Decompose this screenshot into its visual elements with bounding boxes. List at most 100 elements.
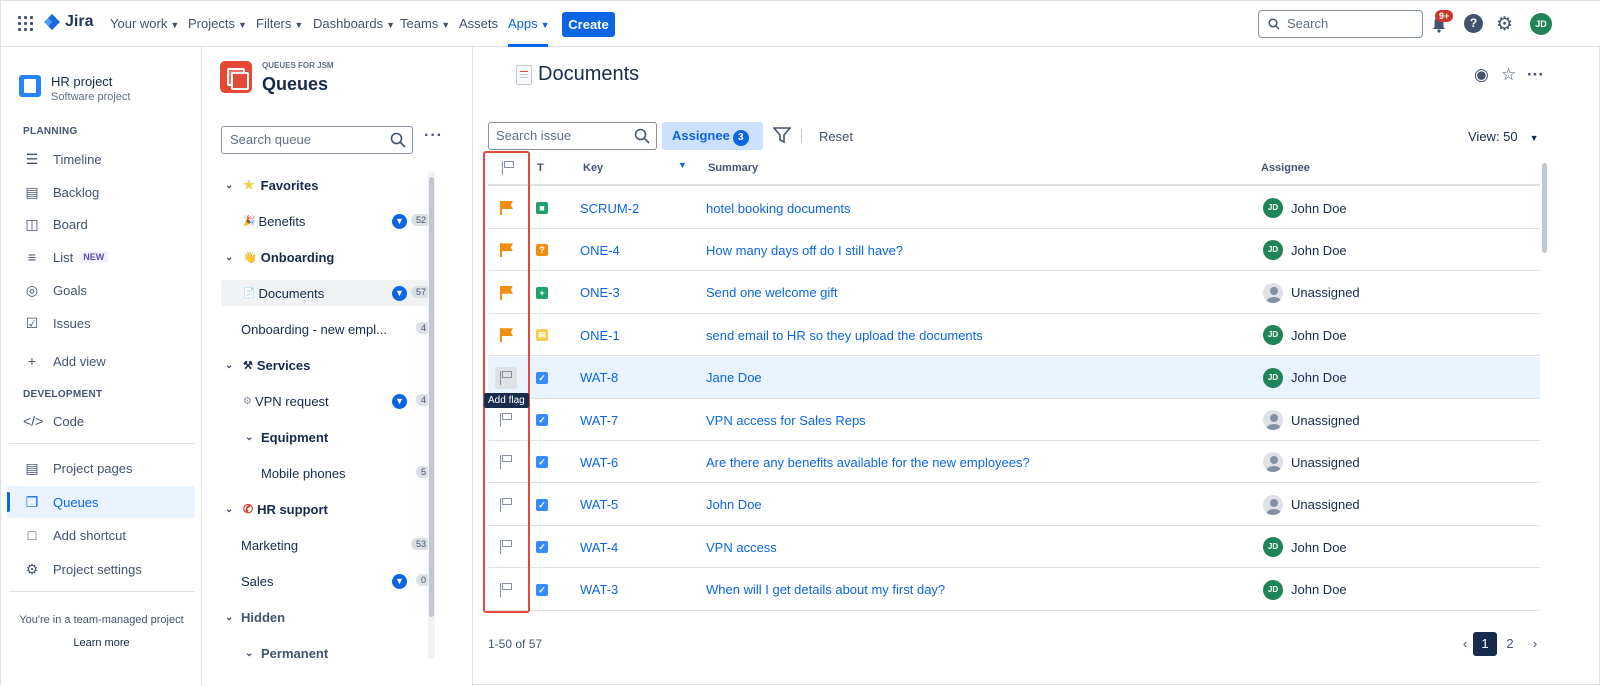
filter-icon[interactable] [773,126,791,144]
table-row[interactable]: ✓ WAT-4 VPN access JD John Doe [488,526,1540,569]
reset-button[interactable]: Reset [819,129,853,144]
create-button[interactable]: Create [562,12,615,37]
issue-key-link[interactable]: ONE-4 [580,229,620,271]
issue-key-link[interactable]: WAT-8 [580,357,618,399]
issue-summary-link[interactable]: How many days off do I still have? [706,229,903,271]
assignee-cell[interactable]: JD John Doe [1263,526,1347,568]
issue-key-link[interactable]: WAT-4 [580,526,618,568]
table-row[interactable]: + ONE-3 Send one welcome gift Unassigned [488,272,1540,314]
sidebar-item-add-shortcut[interactable]: □ Add shortcut [23,519,195,551]
jira-logo[interactable]: Jira [43,13,93,31]
queue-item-vpn-request[interactable]: ⚙ VPN request ▼ 4 [221,388,435,414]
global-search-input[interactable]: Search [1258,10,1423,38]
nav-projects[interactable]: Projects ▼ [188,16,247,31]
sidebar-item-list[interactable]: ≡ List NEW [23,241,195,273]
column-header-type[interactable]: T [537,153,544,183]
table-row[interactable]: ✓ WAT-5 John Doe Unassigned [488,484,1540,526]
queue-item-onboarding-new[interactable]: Onboarding - new empl... 4 [221,316,435,342]
sidebar-item-queues[interactable]: ❐ Queues [7,486,195,518]
watch-eye-icon[interactable]: ◉ [1474,65,1489,85]
issue-summary-link[interactable]: VPN access for Sales Reps [706,399,866,441]
issue-key-link[interactable]: WAT-3 [580,569,618,611]
page-2-button[interactable]: 2 [1498,632,1522,656]
queue-group-permanent[interactable]: ⌄ Permanent [221,640,435,666]
table-scrollbar[interactable] [1541,157,1549,599]
issue-key-link[interactable]: WAT-7 [580,399,618,441]
sidebar-item-project-settings[interactable]: ⚙ Project settings [23,553,195,585]
app-switcher-icon[interactable] [18,16,33,31]
table-row[interactable]: ? ONE-4 How many days off do I still have?… [488,229,1540,272]
column-header-key[interactable]: Key [583,153,603,183]
settings-gear-icon[interactable]: ⚙ [1496,13,1513,36]
queue-item-benefits[interactable]: 🎉 Benefits ▼ 52 [221,208,435,234]
add-view-button[interactable]: + Add view [23,345,195,377]
sidebar-item-timeline[interactable]: ☰ Timeline [23,143,195,175]
queue-group-hr-support[interactable]: ⌄ ✆ HR support [221,496,435,522]
project-avatar-icon[interactable] [19,75,41,97]
next-page-icon[interactable]: › [1523,632,1547,656]
issue-key-link[interactable]: WAT-5 [580,484,618,526]
queue-group-services[interactable]: ⌄ ⚒ Services [221,352,435,378]
learn-more-link[interactable]: Learn more [1,637,202,649]
issue-summary-link[interactable]: Are there any benefits available for the… [706,441,1030,483]
assignee-cell[interactable]: JD John Doe [1263,357,1347,399]
project-name[interactable]: HR project [51,74,112,89]
issue-key-link[interactable]: ONE-3 [580,272,620,314]
table-row[interactable]: ■ SCRUM-2 hotel booking documents JD John Do… [488,187,1540,229]
table-row[interactable]: ✓ WAT-7 VPN access for Sales Reps Unassigne… [488,399,1540,441]
sidebar-item-project-pages[interactable]: ▤ Project pages [23,452,195,484]
view-count-select[interactable]: View: 50 ▼ [1468,129,1539,144]
nav-filters[interactable]: Filters ▼ [256,16,303,31]
issue-summary-link[interactable]: Jane Doe [706,357,762,399]
issue-summary-link[interactable]: When will I get details about my first d… [706,569,945,611]
table-row[interactable]: ✓ WAT-8 Jane Doe JD John Doe [488,356,1540,399]
assignee-cell[interactable]: JD John Doe [1263,229,1347,271]
scrollbar-thumb[interactable] [1542,163,1547,253]
more-options-icon[interactable]: ··· [1527,65,1544,85]
assignee-cell[interactable]: Unassigned [1263,484,1360,526]
table-row[interactable]: ✓ WAT-3 When will I get details about my f… [488,569,1540,611]
nav-assets[interactable]: Assets [459,16,498,31]
assignee-cell[interactable]: JD John Doe [1263,569,1347,611]
assignee-cell[interactable]: Unassigned [1263,272,1360,314]
assignee-cell[interactable]: Unassigned [1263,399,1360,441]
queue-search-input[interactable]: Search queue [221,126,413,154]
nav-your-work[interactable]: Your work ▼ [110,16,179,31]
queue-item-documents[interactable]: 📄 Documents ▼ 57 [221,280,435,306]
queue-group-equipment[interactable]: ⌄ Equipment [221,424,435,450]
assignee-filter-button[interactable]: Assignee 3 ▼ [662,122,763,170]
column-header-summary[interactable]: Summary [708,153,758,183]
issue-key-link[interactable]: SCRUM-2 [580,187,639,229]
queue-group-onboarding[interactable]: ⌄ 👋 Onboarding [221,244,435,270]
issue-summary-link[interactable]: hotel booking documents [706,187,851,229]
queue-item-marketing[interactable]: Marketing 53 [221,532,435,558]
assignee-cell[interactable]: JD John Doe [1263,314,1347,356]
table-row[interactable]: ✉ ONE-1 send email to HR so they upload th… [488,314,1540,357]
user-avatar[interactable]: JD [1530,13,1552,35]
sidebar-item-goals[interactable]: ◎ Goals [23,274,195,306]
issue-summary-link[interactable]: John Doe [706,484,762,526]
queue-group-favorites[interactable]: ⌄ ★ Favorites [221,172,435,198]
help-icon[interactable]: ? [1464,14,1483,33]
nav-apps[interactable]: Apps ▼ [508,16,550,31]
issue-summary-link[interactable]: VPN access [706,526,777,568]
assignee-cell[interactable]: Unassigned [1263,441,1360,483]
issue-key-link[interactable]: WAT-6 [580,441,618,483]
queues-scrollbar[interactable] [428,171,435,659]
sidebar-item-code[interactable]: </> Code [23,405,195,437]
more-options-icon[interactable]: ··· [424,127,443,145]
queue-item-mobile-phones[interactable]: Mobile phones 5 [221,460,435,486]
assignee-cell[interactable]: JD John Doe [1263,187,1347,229]
issue-summary-link[interactable]: Send one welcome gift [706,272,838,314]
issue-key-link[interactable]: ONE-1 [580,314,620,356]
page-1-button[interactable]: 1 [1473,632,1497,656]
queue-group-hidden[interactable]: ⌄ Hidden [221,604,435,630]
star-icon[interactable]: ☆ [1501,65,1516,85]
nav-teams[interactable]: Teams ▼ [400,16,450,31]
sidebar-item-board[interactable]: ◫ Board [23,208,195,240]
sidebar-item-issues[interactable]: ☑ Issues [23,307,195,339]
queue-item-sales[interactable]: Sales ▼ 0 [221,568,435,594]
issue-summary-link[interactable]: send email to HR so they upload the docu… [706,314,983,356]
issue-search-input[interactable]: Search issue [488,122,657,150]
table-row[interactable]: ✓ WAT-6 Are there any benefits available f… [488,441,1540,484]
